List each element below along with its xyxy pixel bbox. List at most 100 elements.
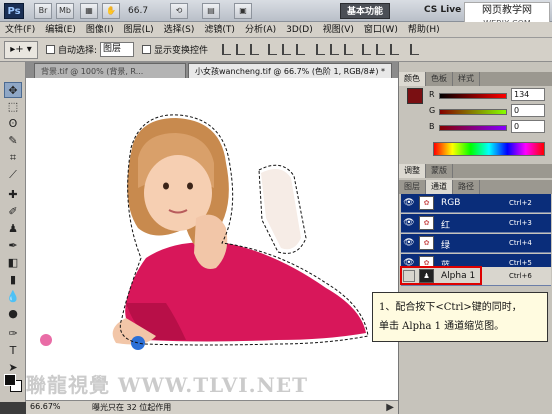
auto-select-dropdown[interactable]: 图层 — [100, 42, 134, 57]
tab-background-doc[interactable]: 背景.tif @ 100% (背景, R... — [34, 63, 186, 78]
auto-select-label: 自动选择: — [58, 46, 98, 56]
document-canvas[interactable]: 聯龍視覺 WWW.TLVI.NET — [26, 78, 398, 400]
move-tool-icon[interactable]: ✥ — [4, 82, 22, 98]
align-left-icon[interactable] — [268, 44, 277, 55]
channel-thumbnail[interactable]: ✿ — [419, 196, 434, 210]
lasso-tool-icon[interactable]: ʘ — [4, 116, 22, 132]
channel-thumbnail[interactable]: ✿ — [419, 236, 434, 250]
status-zoom[interactable]: 66.67% — [30, 402, 61, 411]
menu-edit[interactable]: 编辑(E) — [40, 22, 81, 37]
show-transform-checkbox[interactable] — [142, 45, 151, 54]
menu-view[interactable]: 视图(V) — [318, 22, 359, 37]
color-spectrum-bar[interactable] — [433, 142, 545, 156]
type-tool-icon[interactable]: T — [4, 343, 22, 359]
photoshop-logo: Ps — [4, 3, 24, 19]
align-vcenter-icon[interactable] — [236, 44, 245, 55]
cs-live-button[interactable]: CS Live — [424, 5, 461, 15]
hand-tool-icon[interactable]: ✋ — [102, 3, 120, 19]
rotate-view-icon[interactable]: ⟲ — [170, 3, 188, 19]
tab-paths[interactable]: 路径 — [453, 180, 480, 194]
menu-file[interactable]: 文件(F) — [0, 22, 40, 37]
tool-preset-picker[interactable]: ▸+ ▾ — [4, 41, 38, 59]
b-label: B — [429, 122, 435, 131]
status-menu-arrow-icon[interactable]: ▶ — [386, 402, 394, 413]
distribute-right-icon[interactable] — [390, 44, 399, 55]
dodge-tool-icon[interactable]: ● — [4, 306, 22, 322]
align-top-icon[interactable] — [222, 44, 231, 55]
menu-filter[interactable]: 滤镜(T) — [199, 22, 240, 37]
r-label: R — [429, 90, 435, 99]
distribute-hcenter-icon[interactable] — [376, 44, 385, 55]
r-slider[interactable] — [439, 93, 507, 99]
menu-select[interactable]: 选择(S) — [159, 22, 200, 37]
foreground-color-chip[interactable] — [407, 88, 423, 104]
eraser-tool-icon[interactable]: ◧ — [4, 255, 22, 271]
tab-layers[interactable]: 图层 — [399, 180, 426, 194]
blur-tool-icon[interactable]: 💧 — [4, 289, 22, 305]
crop-tool-icon[interactable]: ⌗ — [4, 150, 22, 166]
grid-view-icon[interactable]: ▦ — [80, 3, 98, 19]
channel-row-green[interactable]: 👁 ✿ 绿 Ctrl+4 — [401, 234, 551, 253]
tab-color[interactable]: 颜色 — [399, 72, 426, 86]
workspace-button[interactable]: 基本功能 — [340, 3, 390, 19]
arrange-documents-icon[interactable]: ▤ — [202, 3, 220, 19]
distribute-bottom-icon[interactable] — [344, 44, 353, 55]
channels-panel-tabs: 图层 通道 路径 — [399, 180, 552, 194]
tab-masks[interactable]: 蒙版 — [426, 164, 453, 178]
tab-girl-doc[interactable]: 小女孩wancheng.tif @ 66.7% (色阶 1, RGB/8#) * — [188, 63, 392, 78]
align-bottom-icon[interactable] — [250, 44, 259, 55]
bridge-button[interactable]: Br — [34, 3, 52, 19]
tab-adjustments[interactable]: 调整 — [399, 164, 426, 178]
tab-swatches[interactable]: 色板 — [426, 72, 453, 86]
g-value-field[interactable]: 0 — [511, 104, 545, 117]
color-panel-tabs: 颜色 色板 样式 — [399, 72, 552, 86]
marquee-tool-icon[interactable]: ⬚ — [4, 99, 22, 115]
r-value-field[interactable]: 134 — [511, 88, 545, 101]
channel-row-red[interactable]: 👁 ✿ 红 Ctrl+3 — [401, 214, 551, 233]
b-value-field[interactable]: 0 — [511, 120, 545, 133]
foreground-color-swatch[interactable] — [4, 374, 16, 386]
channel-name: 绿 — [441, 241, 451, 251]
g-slider[interactable] — [439, 109, 507, 115]
screen-mode-icon[interactable]: ▣ — [234, 3, 252, 19]
status-info: 曝光只在 32 位起作用 — [92, 403, 172, 412]
callout-line-2: 单击 Alpha 1 通道缩览图。 — [379, 321, 505, 332]
watermark-title: 网页教学网 — [482, 5, 532, 16]
right-panels: 颜色 色板 样式 R 134 G 0 B 0 调整 蒙版 图层 通道 路径 👁 … — [398, 62, 552, 414]
distribute-top-icon[interactable] — [316, 44, 325, 55]
clone-stamp-tool-icon[interactable]: ♟ — [4, 221, 22, 237]
menu-help[interactable]: 帮助(H) — [403, 22, 445, 37]
channel-shortcut: Ctrl+5 — [509, 259, 532, 267]
b-slider[interactable] — [439, 125, 507, 131]
eye-icon[interactable]: 👁 — [403, 217, 415, 229]
menu-layer[interactable]: 图层(L) — [119, 22, 159, 37]
menu-image[interactable]: 图像(I) — [81, 22, 119, 37]
quick-select-tool-icon[interactable]: ✎ — [4, 133, 22, 149]
auto-align-icon[interactable] — [410, 44, 419, 55]
history-brush-tool-icon[interactable]: ✒ — [4, 238, 22, 254]
eye-icon[interactable]: 👁 — [403, 197, 415, 209]
adjust-panel-tabs: 调整 蒙版 — [399, 164, 552, 178]
channel-row-rgb[interactable]: 👁 ✿ RGB Ctrl+2 — [401, 194, 551, 213]
align-right-icon[interactable] — [296, 44, 305, 55]
tab-channels[interactable]: 通道 — [426, 180, 453, 194]
menu-window[interactable]: 窗口(W) — [359, 22, 403, 37]
channel-thumbnail[interactable]: ✿ — [419, 216, 434, 230]
pen-tool-icon[interactable]: ✑ — [4, 326, 22, 342]
distribute-vcenter-icon[interactable] — [330, 44, 339, 55]
minibridge-button[interactable]: Mb — [56, 3, 74, 19]
distribute-left-icon[interactable] — [362, 44, 371, 55]
brush-tool-icon[interactable]: ✐ — [4, 204, 22, 220]
show-transform-label: 显示变换控件 — [154, 46, 209, 56]
tab-styles[interactable]: 样式 — [453, 72, 480, 86]
menu-3d[interactable]: 3D(D) — [281, 22, 318, 37]
gradient-tool-icon[interactable]: ▮ — [4, 272, 22, 288]
zoom-level[interactable]: 66.7 — [128, 6, 148, 16]
eye-icon[interactable]: 👁 — [403, 237, 415, 249]
auto-select-checkbox[interactable] — [46, 45, 55, 54]
eyedropper-tool-icon[interactable]: ⟋ — [4, 167, 22, 183]
girl-photo — [40, 114, 369, 350]
healing-brush-tool-icon[interactable]: ✚ — [4, 187, 22, 203]
menu-analysis[interactable]: 分析(A) — [240, 22, 281, 37]
align-hcenter-icon[interactable] — [282, 44, 291, 55]
